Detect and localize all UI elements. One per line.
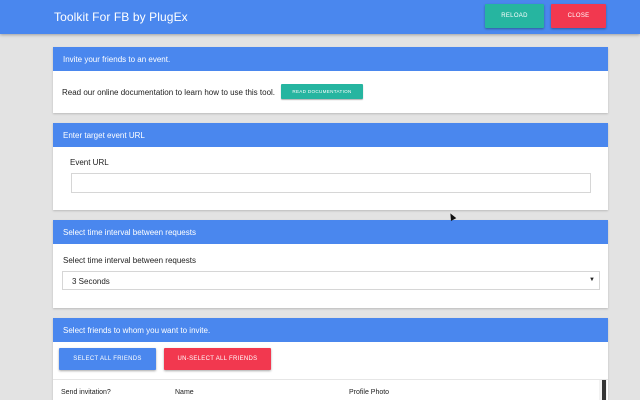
interval-card-heading: Select time interval between requests [53,220,608,244]
event-url-label: Event URL [70,158,109,167]
reload-button[interactable]: RELOAD [485,4,544,28]
column-header-profile-photo: Profile Photo [349,389,390,396]
app-header: Toolkit For FB by PlugEx RELOAD CLOSE [0,0,640,34]
interval-card: Select time interval between requests Se… [53,220,608,308]
invite-card: Invite your friends to an event. Read ou… [53,47,608,113]
interval-select[interactable]: 3 Seconds ▼ [62,271,600,290]
column-header-name: Name [175,389,194,396]
documentation-text: Read our online documentation to learn h… [62,88,276,97]
unselect-all-friends-button[interactable]: UN-SELECT ALL FRIENDS [164,348,271,370]
caret-down-icon: ▼ [589,277,595,283]
app-title: Toolkit For FB by PlugEx [54,10,188,24]
read-documentation-button[interactable]: READ DOCUMENTATION [281,84,363,99]
friends-card-heading: Select friends to whom you want to invit… [53,318,608,342]
select-all-friends-button[interactable]: SELECT ALL FRIENDS [59,348,156,370]
table-scrollbar-thumb[interactable] [602,380,606,400]
event-url-card: Enter target event URL Event URL [53,123,608,210]
column-header-send-invitation: Send invitation? [61,389,111,396]
event-url-input[interactable] [71,173,591,193]
interval-select-value: 3 Seconds [72,277,110,286]
invite-card-heading: Invite your friends to an event. [53,47,608,71]
close-button[interactable]: CLOSE [551,4,606,28]
event-url-card-heading: Enter target event URL [53,123,608,147]
table-divider [53,379,608,380]
interval-label: Select time interval between requests [63,256,196,265]
friends-card: Select friends to whom you want to invit… [53,318,608,400]
